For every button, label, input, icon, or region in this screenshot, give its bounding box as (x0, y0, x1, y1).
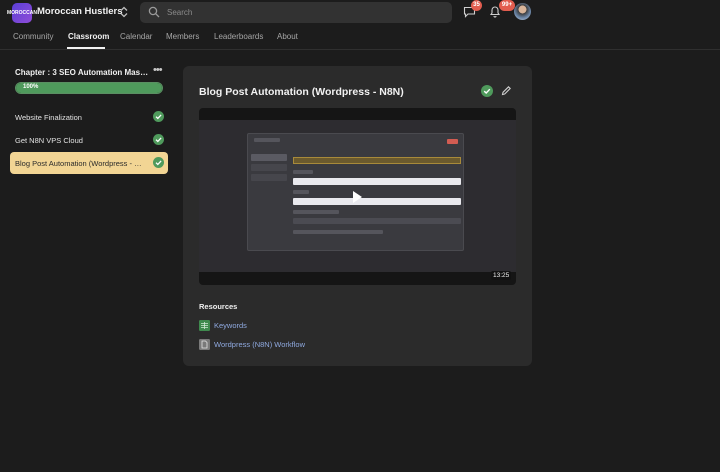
lesson-label: Get N8N VPS Cloud (15, 136, 83, 145)
top-bar: MOROCCAN Moroccan Hustlers Search 35 99+ (0, 0, 720, 26)
lesson-item-active[interactable]: Blog Post Automation (Wordpress - N8N) (10, 152, 168, 174)
user-avatar[interactable] (514, 3, 531, 20)
active-tab-indicator (67, 47, 105, 49)
lesson-title: Blog Post Automation (Wordpress - N8N) (199, 86, 404, 98)
chat-badge: 35 (471, 0, 482, 11)
play-icon (353, 191, 362, 203)
progress-label: 100% (23, 84, 39, 90)
video-player[interactable]: 13:25 (199, 108, 516, 285)
tab-classroom[interactable]: Classroom (68, 32, 109, 41)
group-switcher-icon[interactable] (119, 6, 129, 18)
main-nav: Community Classroom Calendar Members Lea… (0, 26, 720, 50)
tab-community[interactable]: Community (13, 32, 53, 41)
search-bar[interactable]: Search (140, 2, 452, 23)
check-circle-icon (153, 157, 164, 168)
logo-text: MOROCCAN (7, 9, 37, 16)
check-circle-icon (153, 134, 164, 145)
group-logo[interactable]: MOROCCAN (7, 3, 37, 23)
chapter-progress-bar: 100% (15, 82, 163, 94)
lesson-content-card: Blog Post Automation (Wordpress - N8N) 1… (183, 66, 532, 366)
completed-check-icon[interactable] (481, 85, 493, 97)
search-icon (148, 6, 160, 18)
notifications-badge: 99+ (499, 0, 515, 11)
tab-leaderboards[interactable]: Leaderboards (214, 32, 263, 41)
tab-calendar[interactable]: Calendar (120, 32, 152, 41)
document-icon (199, 339, 210, 350)
search-placeholder: Search (167, 8, 193, 17)
tab-about[interactable]: About (277, 32, 298, 41)
lesson-label: Website Finalization (15, 113, 82, 122)
edit-pencil-icon[interactable] (501, 85, 512, 96)
group-name[interactable]: Moroccan Hustlers (37, 6, 123, 17)
check-circle-icon (153, 111, 164, 122)
chapter-title[interactable]: Chapter : 3 SEO Automation Mastery (15, 68, 150, 77)
lesson-item[interactable]: Get N8N VPS Cloud (10, 129, 168, 151)
video-frame (199, 120, 516, 272)
resource-link[interactable]: Wordpress (N8N) Workflow (199, 339, 399, 351)
resource-label: Keywords (214, 321, 247, 330)
more-options-icon[interactable]: ••• (153, 64, 163, 76)
lesson-label: Blog Post Automation (Wordpress - N8N) (15, 159, 145, 168)
play-button[interactable] (343, 186, 371, 208)
resource-link[interactable]: Keywords (199, 320, 399, 332)
video-duration: 13:25 (491, 271, 512, 280)
spreadsheet-icon (199, 320, 210, 331)
tab-members[interactable]: Members (166, 32, 199, 41)
resources-heading: Resources (199, 302, 238, 311)
resource-label: Wordpress (N8N) Workflow (214, 340, 305, 349)
lesson-item[interactable]: Website Finalization (10, 106, 168, 128)
